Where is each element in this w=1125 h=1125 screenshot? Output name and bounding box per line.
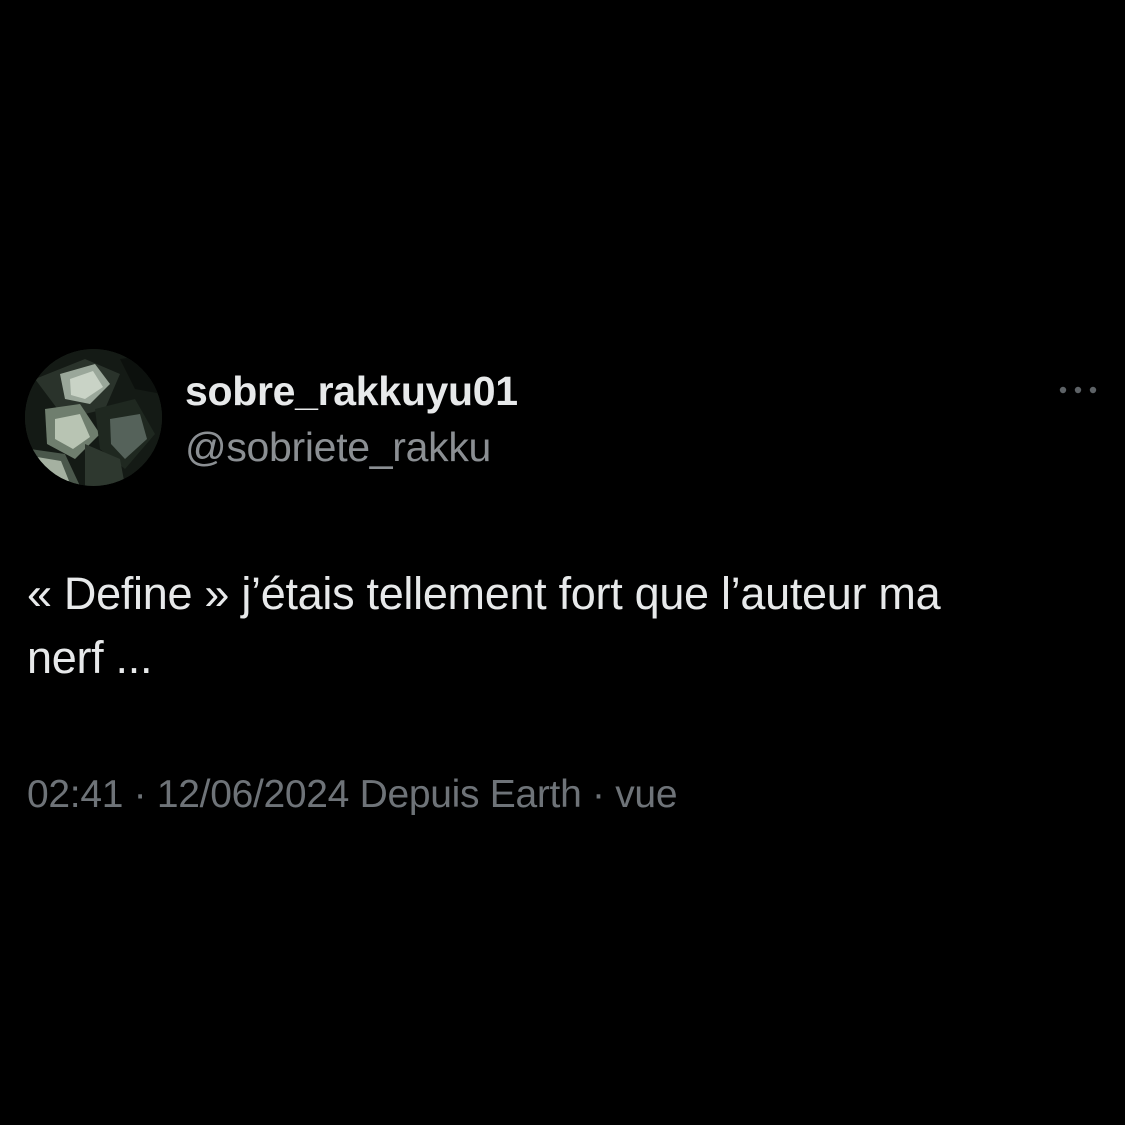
avatar[interactable]: [25, 349, 162, 486]
tweet-text-line-2: nerf ...: [27, 632, 153, 683]
author-handle[interactable]: @sobriete_rakku: [185, 422, 491, 472]
tweet-text: « Define » j’étais tellement fort que l’…: [27, 562, 1112, 690]
author-display-name[interactable]: sobre_rakkuyu01: [185, 366, 518, 416]
tweet-date[interactable]: 12/06/2024: [157, 773, 350, 816]
meta-separator: ·: [123, 773, 157, 816]
tweet-text-line-1: « Define » j’étais tellement fort que l’…: [27, 568, 941, 619]
tweet-source: Depuis Earth: [349, 773, 582, 816]
tweet-views[interactable]: vue: [615, 773, 677, 816]
tweet-time[interactable]: 02:41: [27, 773, 123, 816]
more-options-button[interactable]: [1050, 372, 1106, 408]
tweet-meta: 02:41 · 12/06/2024 Depuis Earth · vue: [27, 770, 678, 820]
profile-picture-icon: [25, 349, 162, 486]
more-horizontal-icon: [1059, 386, 1097, 394]
tweet-card: sobre_rakkuyu01 @sobriete_rakku « Define…: [0, 0, 1125, 1125]
meta-separator: ·: [581, 773, 616, 816]
